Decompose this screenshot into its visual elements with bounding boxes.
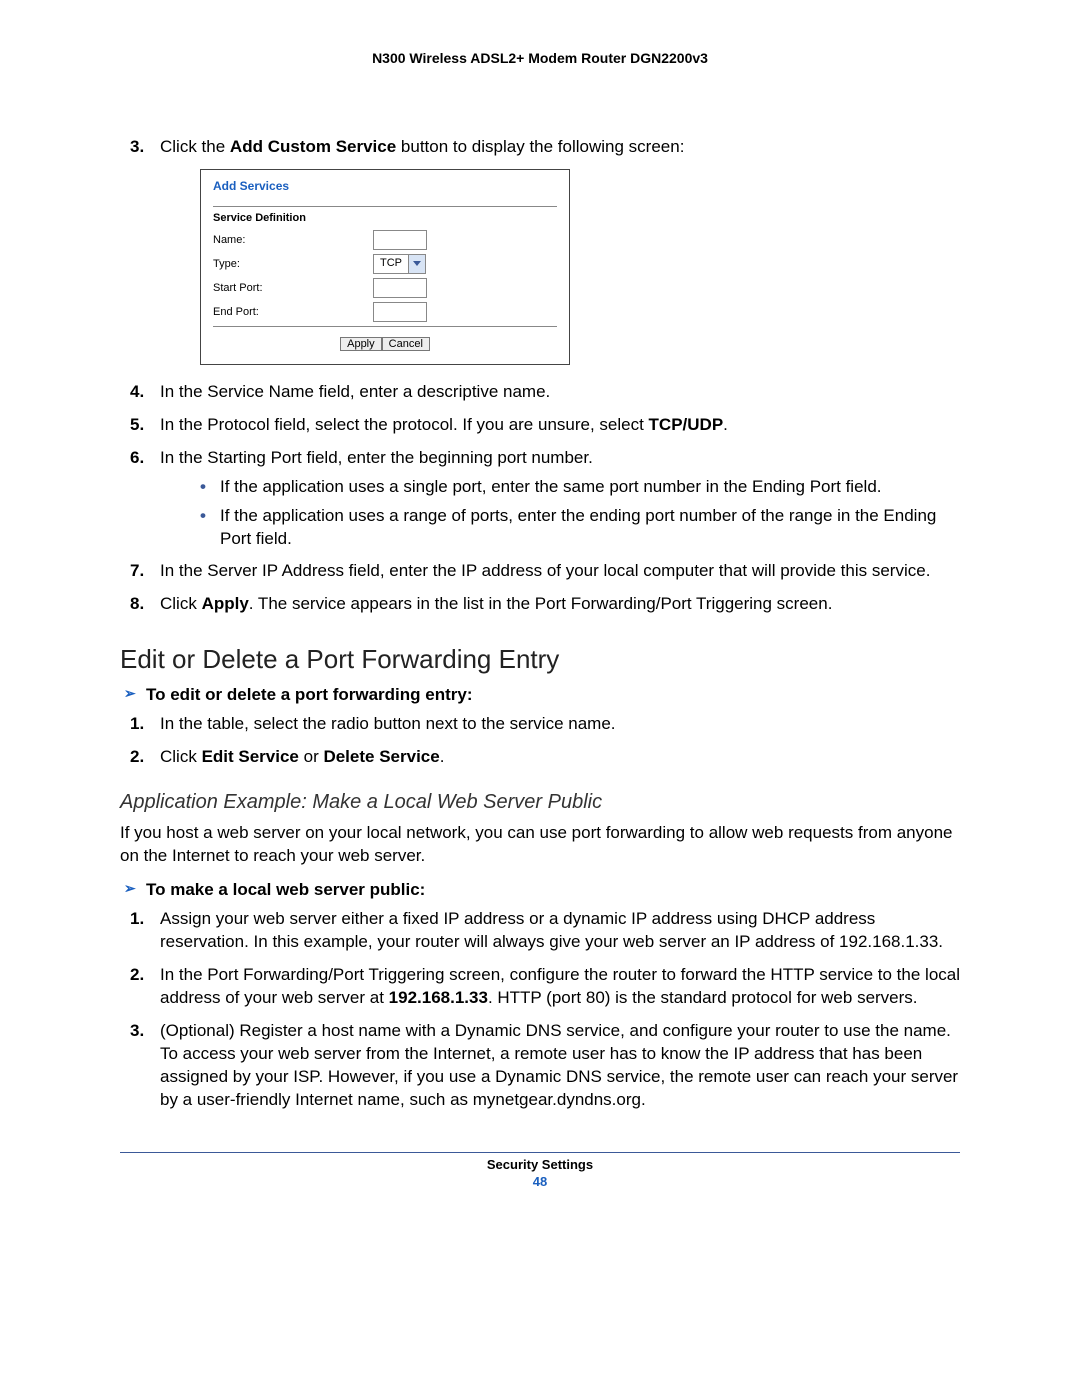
step-6: 6. In the Starting Port field, enter the…: [120, 447, 960, 551]
page-number: 48: [120, 1174, 960, 1189]
end-port-label: End Port:: [213, 305, 373, 320]
add-services-panel: Add Services Service Definition Name: Ty…: [200, 169, 570, 365]
delete-service-label: Delete Service: [323, 747, 439, 766]
subsection-application-example: Application Example: Make a Local Web Se…: [120, 791, 960, 814]
footer-section-name: Security Settings: [120, 1157, 960, 1172]
footer-rule: [120, 1152, 960, 1153]
apply-label: Apply: [202, 594, 249, 613]
type-label: Type:: [213, 257, 373, 272]
step-number: 3.: [130, 1020, 144, 1043]
end-port-input[interactable]: [373, 302, 427, 322]
step-6-bullet-1: If the application uses a single port, e…: [190, 476, 960, 499]
panel-divider: [213, 326, 557, 327]
start-port-label: Start Port:: [213, 281, 373, 296]
s2-mid: or: [299, 747, 324, 766]
sectionB-step-2: 2. In the Port Forwarding/Port Triggerin…: [120, 964, 960, 1010]
start-port-input[interactable]: [373, 278, 427, 298]
ip-address-label: 192.168.1.33: [389, 988, 488, 1007]
step-8-post: . The service appears in the list in the…: [249, 594, 833, 613]
step-number: 2.: [130, 746, 144, 769]
sectionA-step-1: 1. In the table, select the radio button…: [120, 713, 960, 736]
s2-post: .: [440, 747, 445, 766]
step-number: 5.: [130, 414, 144, 437]
step-number: 1.: [130, 908, 144, 931]
sB-s2-post: . HTTP (port 80) is the standard protoco…: [488, 988, 918, 1007]
step-8: 8. Click Apply. The service appears in t…: [120, 593, 960, 616]
sectionA-step-2: 2. Click Edit Service or Delete Service.: [120, 746, 960, 769]
step-number: 1.: [130, 713, 144, 736]
step-4-text: In the Service Name field, enter a descr…: [160, 382, 550, 401]
service-definition-heading: Service Definition: [213, 211, 557, 226]
sectionB-step-3: 3. (Optional) Register a host name with …: [120, 1020, 960, 1112]
step-3-pre: Click the: [160, 137, 230, 156]
step-5-pre: In the Protocol field, select the protoc…: [160, 415, 649, 434]
sectionB-step-1-text: Assign your web server either a fixed IP…: [160, 909, 943, 951]
step-4: 4. In the Service Name field, enter a de…: [120, 381, 960, 404]
step-number: 2.: [130, 964, 144, 987]
sectionA-step-1-text: In the table, select the radio button ne…: [160, 714, 616, 733]
section-edit-delete-heading: Edit or Delete a Port Forwarding Entry: [120, 644, 960, 675]
panel-title: Add Services: [213, 178, 557, 194]
panel-divider: [213, 206, 557, 207]
step-number: 6.: [130, 447, 144, 470]
step-7-text: In the Server IP Address field, enter th…: [160, 561, 930, 580]
step-number: 7.: [130, 560, 144, 583]
type-select-value: TCP: [374, 255, 408, 273]
name-label: Name:: [213, 233, 373, 248]
sectionB-step-1: 1. Assign your web server either a fixed…: [120, 908, 960, 954]
step-number: 4.: [130, 381, 144, 404]
add-custom-service-label: Add Custom Service: [230, 137, 396, 156]
step-5: 5. In the Protocol field, select the pro…: [120, 414, 960, 437]
step-number: 8.: [130, 593, 144, 616]
procedure-heading: To make a local web server public:: [120, 880, 960, 900]
step-number: 3.: [130, 136, 144, 159]
edit-service-label: Edit Service: [202, 747, 299, 766]
step-6-bullet-2: If the application uses a range of ports…: [190, 505, 960, 551]
document-header: N300 Wireless ADSL2+ Modem Router DGN220…: [120, 50, 960, 66]
step-8-pre: Click: [160, 594, 202, 613]
step-6-text: In the Starting Port field, enter the be…: [160, 448, 593, 467]
chevron-down-icon[interactable]: [408, 255, 425, 273]
name-input[interactable]: [373, 230, 427, 250]
apply-button[interactable]: Apply: [340, 337, 382, 351]
s2-pre: Click: [160, 747, 202, 766]
step-5-post: .: [723, 415, 728, 434]
procedure-heading: To edit or delete a port forwarding entr…: [120, 685, 960, 705]
type-select[interactable]: TCP: [373, 254, 426, 274]
step-7: 7. In the Server IP Address field, enter…: [120, 560, 960, 583]
tcp-udp-label: TCP/UDP: [649, 415, 724, 434]
step-3-post: button to display the following screen:: [396, 137, 684, 156]
sectionB-intro: If you host a web server on your local n…: [120, 822, 960, 868]
step-3: 3. Click the Add Custom Service button t…: [120, 136, 960, 365]
sectionB-step-3-text: (Optional) Register a host name with a D…: [160, 1021, 958, 1109]
cancel-button[interactable]: Cancel: [382, 337, 430, 351]
